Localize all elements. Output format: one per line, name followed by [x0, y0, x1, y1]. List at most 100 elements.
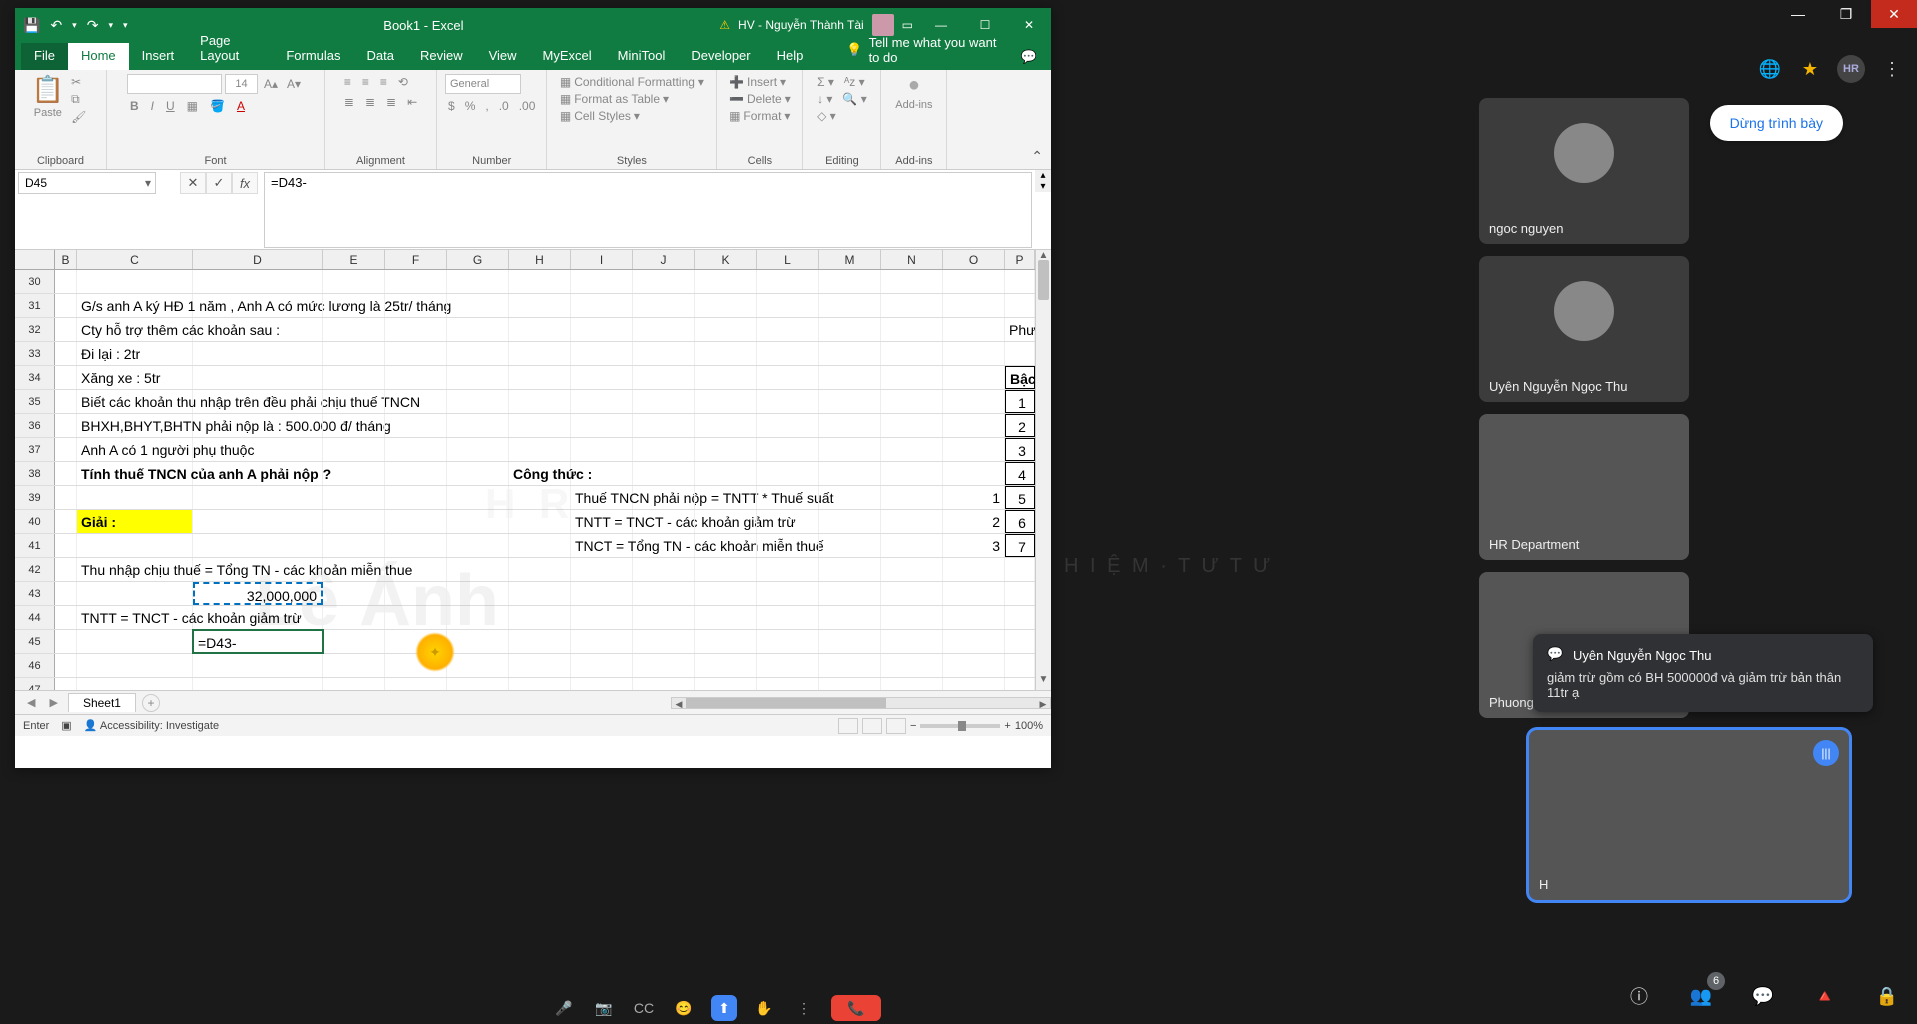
align-center-icon[interactable]: ≣	[362, 94, 378, 110]
zoom-out-icon[interactable]: −	[910, 720, 916, 732]
cell-B42[interactable]	[55, 558, 77, 581]
format-cells-button[interactable]: ▦ Format ▾	[726, 108, 793, 124]
cell-C31[interactable]: G/s anh A ký HĐ 1 năm , Anh A có mức lươ…	[77, 294, 193, 317]
sort-filter-icon[interactable]: ᴬz ▾	[841, 74, 868, 90]
cell-M40[interactable]	[819, 510, 881, 533]
cancel-formula-button[interactable]: ✕	[180, 172, 206, 194]
more-options-button[interactable]: ⋮	[791, 995, 817, 1021]
cell-M42[interactable]	[819, 558, 881, 581]
cell-E40[interactable]	[323, 510, 385, 533]
copy-icon[interactable]: ⧉	[68, 91, 89, 108]
cell-L40[interactable]	[757, 510, 819, 533]
align-middle-icon[interactable]: ≡	[359, 74, 372, 90]
cell-L45[interactable]	[757, 630, 819, 653]
cell-G43[interactable]	[447, 582, 509, 605]
cell-P45[interactable]	[1005, 630, 1035, 653]
zoom-level-label[interactable]: 100%	[1015, 720, 1043, 732]
row-header-37[interactable]: 37	[15, 438, 55, 461]
currency-icon[interactable]: $	[445, 98, 458, 114]
cell-I38[interactable]	[571, 462, 633, 485]
host-controls-button[interactable]: 🔒	[1867, 976, 1907, 1016]
column-header-O[interactable]: O	[943, 250, 1005, 269]
cell-D46[interactable]	[193, 654, 323, 677]
os-minimize-button[interactable]: —	[1775, 0, 1821, 28]
cell-H31[interactable]	[509, 294, 571, 317]
cell-B32[interactable]	[55, 318, 77, 341]
next-sheet-icon[interactable]: ▶	[45, 696, 61, 709]
cell-H35[interactable]	[509, 390, 571, 413]
cell-G45[interactable]	[447, 630, 509, 653]
cell-P42[interactable]	[1005, 558, 1035, 581]
cell-N35[interactable]	[881, 390, 943, 413]
cell-B36[interactable]	[55, 414, 77, 437]
underline-button[interactable]: U	[163, 98, 178, 114]
cell-L41[interactable]	[757, 534, 819, 557]
column-header-M[interactable]: M	[819, 250, 881, 269]
cell-M41[interactable]	[819, 534, 881, 557]
cell-J40[interactable]	[633, 510, 695, 533]
cell-M46[interactable]	[819, 654, 881, 677]
share-button[interactable]: 💬	[1007, 44, 1051, 70]
cell-K38[interactable]	[695, 462, 757, 485]
cell-M43[interactable]	[819, 582, 881, 605]
cell-F43[interactable]	[385, 582, 447, 605]
cell-N30[interactable]	[881, 270, 943, 293]
cell-J45[interactable]	[633, 630, 695, 653]
cell-D41[interactable]	[193, 534, 323, 557]
more-menu-icon[interactable]: ⋮	[1879, 56, 1905, 82]
border-button[interactable]: ▦	[184, 98, 201, 114]
cell-F44[interactable]	[385, 606, 447, 629]
cell-M45[interactable]	[819, 630, 881, 653]
cell-N41[interactable]	[881, 534, 943, 557]
column-header-K[interactable]: K	[695, 250, 757, 269]
cell-I36[interactable]	[571, 414, 633, 437]
number-format-select[interactable]: General	[445, 74, 521, 94]
cell-I42[interactable]	[571, 558, 633, 581]
cell-C43[interactable]	[77, 582, 193, 605]
cell-I34[interactable]	[571, 366, 633, 389]
collapse-ribbon-icon[interactable]: ⌃	[1023, 144, 1051, 169]
row-header-46[interactable]: 46	[15, 654, 55, 677]
column-header-J[interactable]: J	[633, 250, 695, 269]
cell-K44[interactable]	[695, 606, 757, 629]
cell-P31[interactable]	[1005, 294, 1035, 317]
cell-I44[interactable]	[571, 606, 633, 629]
vscroll-thumb[interactable]	[1038, 260, 1049, 300]
cell-J43[interactable]	[633, 582, 695, 605]
row-header-44[interactable]: 44	[15, 606, 55, 629]
column-header-G[interactable]: G	[447, 250, 509, 269]
row-header-31[interactable]: 31	[15, 294, 55, 317]
hscroll-right-arrow-icon[interactable]: ▶	[1036, 698, 1050, 708]
cell-E42[interactable]	[323, 558, 385, 581]
cell-I33[interactable]	[571, 342, 633, 365]
reactions-button[interactable]: 😊	[671, 995, 697, 1021]
cell-K43[interactable]	[695, 582, 757, 605]
cell-D44[interactable]	[193, 606, 323, 629]
row-header-40[interactable]: 40	[15, 510, 55, 533]
raise-hand-button[interactable]: ✋	[751, 995, 777, 1021]
camera-button[interactable]: 📷	[591, 995, 617, 1021]
activities-button[interactable]: 🔺	[1805, 976, 1845, 1016]
cell-E44[interactable]	[323, 606, 385, 629]
tab-myexcel[interactable]: MyExcel	[530, 43, 605, 70]
cell-D42[interactable]	[193, 558, 323, 581]
cell-O39[interactable]: 1	[943, 486, 1005, 509]
cell-D47[interactable]	[193, 678, 323, 690]
tab-home[interactable]: Home	[68, 43, 129, 70]
leave-call-button[interactable]: 📞	[831, 995, 881, 1021]
cell-N40[interactable]	[881, 510, 943, 533]
cell-G37[interactable]	[447, 438, 509, 461]
font-family-select[interactable]	[127, 74, 222, 94]
cell-I32[interactable]	[571, 318, 633, 341]
cell-M47[interactable]	[819, 678, 881, 690]
mic-button[interactable]: 🎤	[551, 995, 577, 1021]
cell-I47[interactable]	[571, 678, 633, 690]
cell-D30[interactable]	[193, 270, 323, 293]
cell-E31[interactable]	[323, 294, 385, 317]
align-top-icon[interactable]: ≡	[341, 74, 354, 90]
cell-styles-button[interactable]: ▦ Cell Styles ▾	[557, 108, 643, 124]
column-header-N[interactable]: N	[881, 250, 943, 269]
cell-J46[interactable]	[633, 654, 695, 677]
cell-G34[interactable]	[447, 366, 509, 389]
cell-B39[interactable]	[55, 486, 77, 509]
